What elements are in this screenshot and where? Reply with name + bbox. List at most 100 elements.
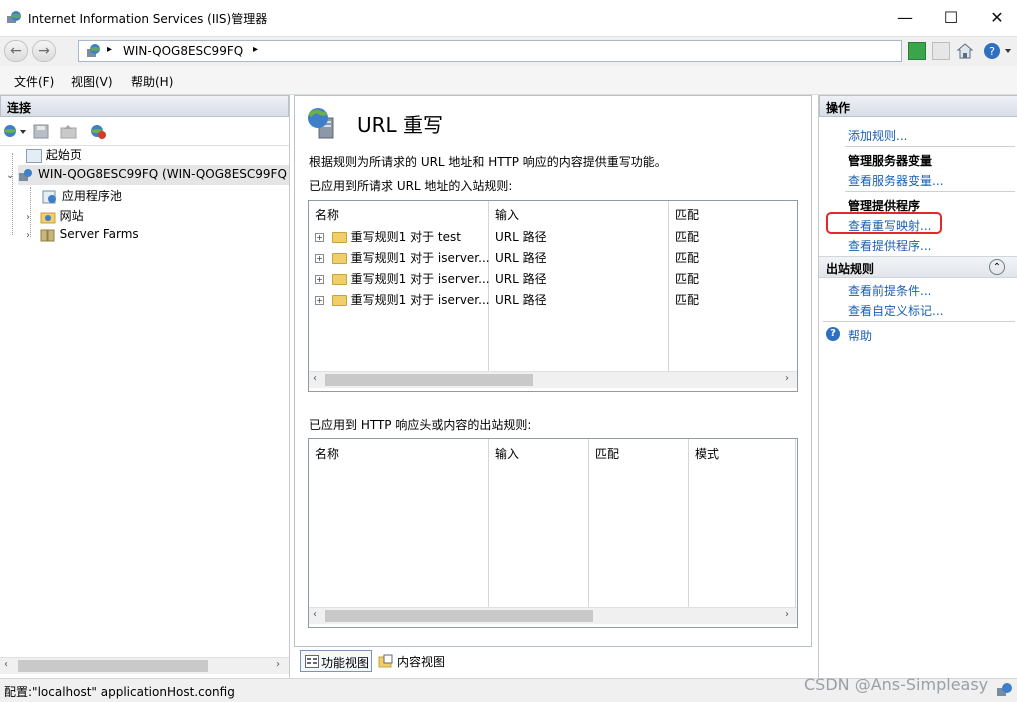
column-header-input[interactable]: 输入 (495, 206, 519, 223)
tree-server-node[interactable]: ⌄ WIN-QOG8ESC99FQ (WIN-QOG8ESC99FQ (6, 167, 287, 182)
save-icon[interactable] (33, 124, 49, 142)
expand-arrow-icon[interactable]: › (26, 230, 30, 241)
column-header-match[interactable]: 匹配 (595, 445, 619, 462)
content-view-icon (378, 654, 394, 671)
back-button[interactable]: ← (4, 40, 28, 62)
folder-icon (331, 274, 347, 285)
expand-plus-icon[interactable]: + (315, 275, 324, 284)
network-status-icon (996, 682, 1014, 701)
tree-server-farms[interactable]: › Server Farms (26, 227, 139, 242)
menu-bar: 文件(F) 视图(V) 帮助(H) (0, 66, 1017, 95)
close-button[interactable]: ✕ (974, 4, 1017, 32)
actions-pane: 操作 添加规则... 管理服务器变量 查看服务器变量... 管理提供程序 查看重… (818, 95, 1017, 678)
column-divider (688, 439, 689, 607)
connect-icon[interactable] (3, 123, 29, 142)
up-level-icon[interactable] (60, 124, 78, 142)
help-icon[interactable]: ? (826, 327, 840, 341)
rule-input: URL 路径 (495, 230, 547, 244)
scroll-left-icon[interactable]: ‹ (4, 659, 8, 670)
scroll-thumb[interactable] (325, 374, 533, 386)
maximize-button[interactable]: ☐ (928, 4, 974, 32)
help-link[interactable]: 帮助 (848, 327, 872, 344)
rule-match: 匹配 (675, 251, 700, 265)
column-header-name[interactable]: 名称 (315, 206, 339, 223)
disconnect-icon[interactable] (89, 123, 107, 143)
view-rewrite-maps-link[interactable]: 查看重写映射... (848, 217, 931, 234)
breadcrumb-separator-icon: ▸ (107, 44, 113, 55)
collapse-icon[interactable]: ⌃ (989, 259, 1005, 275)
expand-plus-icon[interactable]: + (315, 233, 324, 242)
column-header-input[interactable]: 输入 (495, 445, 519, 462)
column-header-name[interactable]: 名称 (315, 445, 339, 462)
server-icon (18, 168, 34, 182)
divider (845, 191, 1015, 192)
inbound-rule-row[interactable]: + 重写规则1 对于 iserver... (315, 249, 490, 266)
horizontal-scrollbar[interactable]: ‹ › (309, 607, 797, 624)
forward-button[interactable]: → (32, 40, 56, 62)
stop-icon[interactable] (932, 42, 950, 60)
tree-start-page[interactable]: 起始页 (26, 146, 82, 163)
divider (845, 146, 1015, 147)
view-providers-link[interactable]: 查看提供程序... (848, 237, 931, 254)
rule-name: 重写规则1 对于 iserver... (350, 251, 490, 265)
manage-server-variables-heading: 管理服务器变量 (848, 154, 933, 168)
actions-header: 操作 (819, 95, 1017, 117)
home-icon[interactable] (956, 42, 974, 60)
status-text: 配置:"localhost" applicationHost.config (4, 685, 235, 699)
outbound-rules-list[interactable]: 名称 输入 匹配 模式 ‹ › (308, 438, 798, 628)
features-view-icon (305, 655, 319, 671)
tab-content-view[interactable]: 内容视图 (378, 650, 458, 672)
column-divider (488, 439, 489, 607)
column-divider (668, 201, 669, 371)
minimize-button[interactable]: — (882, 4, 928, 32)
view-custom-tags-link[interactable]: 查看自定义标记... (848, 302, 943, 319)
expand-plus-icon[interactable]: + (315, 296, 324, 305)
server-icon (85, 43, 101, 62)
breadcrumb-separator-icon[interactable]: ▸ (253, 44, 258, 55)
expand-arrow-icon[interactable]: › (26, 212, 30, 223)
folder-icon (331, 232, 347, 243)
address-bar[interactable]: ▸ WIN-QOG8ESC99FQ ▸ (78, 40, 902, 62)
horizontal-scrollbar[interactable]: ‹ › (0, 657, 289, 674)
tab-features-view[interactable]: 功能视图 (300, 650, 372, 672)
rule-name: 重写规则1 对于 iserver... (350, 293, 490, 307)
window-title: Internet Information Services (IIS)管理器 (28, 12, 268, 26)
scroll-right-icon[interactable]: › (276, 659, 280, 670)
scroll-left-icon[interactable]: ‹ (313, 609, 317, 620)
tree-sites[interactable]: › 网站 (26, 207, 84, 224)
horizontal-scrollbar[interactable]: ‹ › (309, 371, 797, 388)
rule-input: URL 路径 (495, 293, 547, 307)
app-pool-icon (42, 190, 58, 204)
scroll-right-icon[interactable]: › (785, 609, 789, 620)
menu-file[interactable]: 文件(F) (14, 73, 54, 90)
help-dropdown-icon[interactable]: ? (983, 42, 1011, 60)
view-preconditions-link[interactable]: 查看前提条件... (848, 282, 931, 299)
inbound-rule-row[interactable]: + 重写规则1 对于 test (315, 228, 461, 245)
tree-app-pools[interactable]: 应用程序池 (42, 187, 122, 204)
rule-input: URL 路径 (495, 272, 547, 286)
tab-label: 内容视图 (397, 655, 446, 669)
inbound-rules-list[interactable]: 名称 输入 匹配 + 重写规则1 对于 test URL 路径 匹配 + 重写规… (308, 200, 798, 392)
add-rule-link[interactable]: 添加规则... (848, 127, 907, 144)
menu-help[interactable]: 帮助(H) (131, 73, 173, 90)
inbound-rule-row[interactable]: + 重写规则1 对于 iserver... (315, 270, 490, 287)
menu-view[interactable]: 视图(V) (71, 73, 113, 90)
inbound-rule-row[interactable]: + 重写规则1 对于 iserver... (315, 291, 490, 308)
url-rewrite-icon (305, 106, 341, 143)
breadcrumb-server[interactable]: WIN-QOG8ESC99FQ (123, 44, 243, 58)
scroll-thumb[interactable] (18, 660, 208, 672)
tree-label: 网站 (59, 209, 84, 223)
column-header-pattern[interactable]: 模式 (695, 445, 719, 462)
scroll-left-icon[interactable]: ‹ (313, 373, 317, 384)
column-header-match[interactable]: 匹配 (675, 206, 699, 223)
rule-name: 重写规则1 对于 iserver... (350, 272, 490, 286)
view-server-variables-link[interactable]: 查看服务器变量... (848, 172, 943, 189)
outbound-rules-label: 已应用到 HTTP 响应头或内容的出站规则: (309, 418, 532, 432)
scroll-right-icon[interactable]: › (785, 373, 789, 384)
collapse-arrow-icon[interactable]: ⌄ (6, 170, 14, 181)
refresh-icon[interactable] (908, 42, 926, 60)
iis-app-icon (6, 10, 22, 24)
scroll-thumb[interactable] (325, 610, 593, 622)
start-page-icon (26, 148, 42, 163)
expand-plus-icon[interactable]: + (315, 254, 324, 263)
